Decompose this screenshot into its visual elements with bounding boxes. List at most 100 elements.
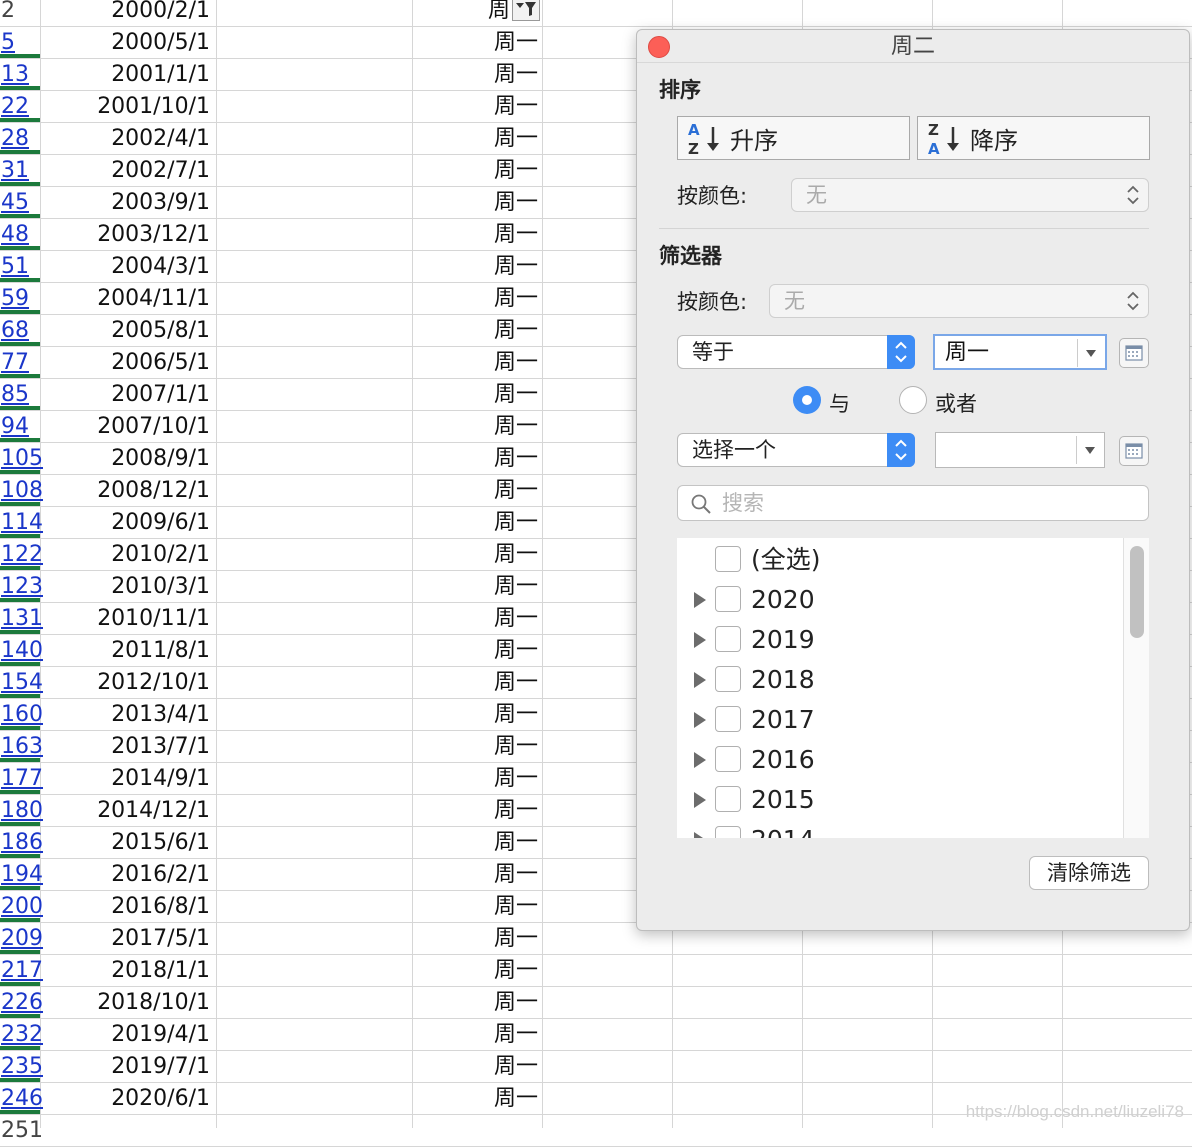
row-header[interactable]: 5 <box>0 27 40 58</box>
and-radio[interactable] <box>793 386 821 414</box>
date-cell[interactable]: 2016/8/1 <box>42 891 214 922</box>
checkbox[interactable] <box>715 626 741 652</box>
checkbox[interactable] <box>715 586 741 612</box>
list-item[interactable]: (全选) <box>677 540 1117 580</box>
date-cell[interactable]: 2006/5/1 <box>42 347 214 378</box>
row-header[interactable]: 209 <box>0 923 43 954</box>
sort-ascending-button[interactable]: A Z 升序 <box>677 116 910 160</box>
weekday-cell[interactable]: 周一 <box>414 219 542 250</box>
clear-filter-button[interactable]: 清除筛选 <box>1029 856 1149 890</box>
row-header[interactable]: 194 <box>0 859 43 890</box>
row-header[interactable]: 59 <box>0 283 40 314</box>
calendar-icon[interactable] <box>1119 436 1149 466</box>
list-item[interactable]: 2020 <box>677 580 1117 620</box>
date-cell[interactable]: 2007/1/1 <box>42 379 214 410</box>
weekday-cell[interactable]: 周一 <box>414 91 542 122</box>
condition2-value-combo[interactable] <box>935 432 1105 468</box>
weekday-cell[interactable]: 周一 <box>414 955 542 986</box>
row-header[interactable]: 251 <box>0 1115 43 1146</box>
date-cell[interactable]: 2018/1/1 <box>42 955 214 986</box>
row-header[interactable]: 232 <box>0 1019 43 1050</box>
checkbox[interactable] <box>715 546 741 572</box>
date-cell[interactable]: 2015/6/1 <box>42 827 214 858</box>
list-item[interactable]: 2016 <box>677 740 1117 780</box>
condition1-value-combo[interactable]: 周一 <box>933 334 1107 370</box>
date-cell[interactable]: 2004/11/1 <box>42 283 214 314</box>
row-header[interactable]: 246 <box>0 1083 43 1114</box>
weekday-cell[interactable]: 周一 <box>414 1083 542 1114</box>
date-cell[interactable]: 2013/4/1 <box>42 699 214 730</box>
weekday-cell[interactable]: 周一 <box>414 891 542 922</box>
weekday-cell[interactable]: 周一 <box>414 827 542 858</box>
row-header[interactable]: 122 <box>0 539 43 570</box>
weekday-cell[interactable]: 周一 <box>414 59 542 90</box>
row-header[interactable]: 235 <box>0 1051 43 1082</box>
list-item[interactable]: 2015 <box>677 780 1117 820</box>
filter-icon[interactable] <box>512 0 540 21</box>
sort-color-select[interactable]: 无 <box>791 178 1149 212</box>
weekday-cell[interactable]: 周一 <box>414 859 542 890</box>
date-cell[interactable]: 2016/2/1 <box>42 859 214 890</box>
weekday-cell[interactable]: 周一 <box>414 187 542 218</box>
date-cell[interactable]: 2000/2/1 <box>42 0 214 26</box>
weekday-cell[interactable]: 周一 <box>414 507 542 538</box>
weekday-cell[interactable]: 周一 <box>414 411 542 442</box>
weekday-cell[interactable]: 周一 <box>414 635 542 666</box>
disclosure-triangle-icon[interactable] <box>694 712 706 728</box>
checkbox[interactable] <box>715 706 741 732</box>
sort-descending-button[interactable]: Z A 降序 <box>917 116 1150 160</box>
weekday-cell[interactable]: 周一 <box>414 251 542 282</box>
row-header[interactable]: 163 <box>0 731 43 762</box>
row-header[interactable]: 123 <box>0 571 43 602</box>
list-item[interactable]: 2017 <box>677 700 1117 740</box>
date-cell[interactable]: 2011/8/1 <box>42 635 214 666</box>
weekday-cell[interactable]: 周一 <box>414 923 542 954</box>
date-cell[interactable]: 2008/12/1 <box>42 475 214 506</box>
date-cell[interactable]: 2003/9/1 <box>42 187 214 218</box>
row-header[interactable]: 31 <box>0 155 40 186</box>
row-header[interactable]: 22 <box>0 91 40 122</box>
row-header[interactable]: 94 <box>0 411 40 442</box>
list-item[interactable]: 2018 <box>677 660 1117 700</box>
row-header[interactable]: 13 <box>0 59 40 90</box>
date-cell[interactable]: 2001/10/1 <box>42 91 214 122</box>
weekday-cell[interactable]: 周一 <box>414 123 542 154</box>
date-cell[interactable]: 2014/12/1 <box>42 795 214 826</box>
condition2-operator-select[interactable]: 选择一个 <box>677 433 915 467</box>
date-cell[interactable]: 2012/10/1 <box>42 667 214 698</box>
weekday-cell[interactable]: 周一 <box>414 379 542 410</box>
date-cell[interactable]: 2005/8/1 <box>42 315 214 346</box>
date-cell[interactable]: 2001/1/1 <box>42 59 214 90</box>
row-header[interactable]: 28 <box>0 123 40 154</box>
row-header[interactable]: 200 <box>0 891 43 922</box>
or-radio[interactable] <box>899 386 927 414</box>
date-cell[interactable]: 2019/4/1 <box>42 1019 214 1050</box>
date-cell[interactable]: 2010/3/1 <box>42 571 214 602</box>
weekday-cell[interactable]: 周一 <box>414 603 542 634</box>
date-cell[interactable]: 2009/6/1 <box>42 507 214 538</box>
weekday-cell[interactable]: 周一 <box>414 1051 542 1082</box>
list-scrollbar[interactable] <box>1123 538 1149 838</box>
weekday-cell[interactable]: 周一 <box>414 315 542 346</box>
weekday-cell[interactable]: 周一 <box>414 283 542 314</box>
weekday-cell[interactable]: 周一 <box>414 443 542 474</box>
weekday-cell[interactable]: 周一 <box>414 155 542 186</box>
row-header[interactable]: 105 <box>0 443 43 474</box>
weekday-cell[interactable]: 周一 <box>414 731 542 762</box>
weekday-cell[interactable]: 周一 <box>414 763 542 794</box>
row-header[interactable]: 131 <box>0 603 43 634</box>
row-header[interactable]: 180 <box>0 795 43 826</box>
checkbox[interactable] <box>715 666 741 692</box>
disclosure-triangle-icon[interactable] <box>694 672 706 688</box>
weekday-cell[interactable]: 周一 <box>414 571 542 602</box>
list-item[interactable]: 2019 <box>677 620 1117 660</box>
disclosure-triangle-icon[interactable] <box>694 632 706 648</box>
disclosure-triangle-icon[interactable] <box>694 792 706 808</box>
row-header[interactable]: 45 <box>0 187 40 218</box>
weekday-cell[interactable]: 周一 <box>414 699 542 730</box>
weekday-cell[interactable]: 周一 <box>414 475 542 506</box>
weekday-cell[interactable]: 周一 <box>414 987 542 1018</box>
date-cell[interactable]: 2008/9/1 <box>42 443 214 474</box>
disclosure-triangle-icon[interactable] <box>694 752 706 768</box>
row-header[interactable]: 177 <box>0 763 43 794</box>
